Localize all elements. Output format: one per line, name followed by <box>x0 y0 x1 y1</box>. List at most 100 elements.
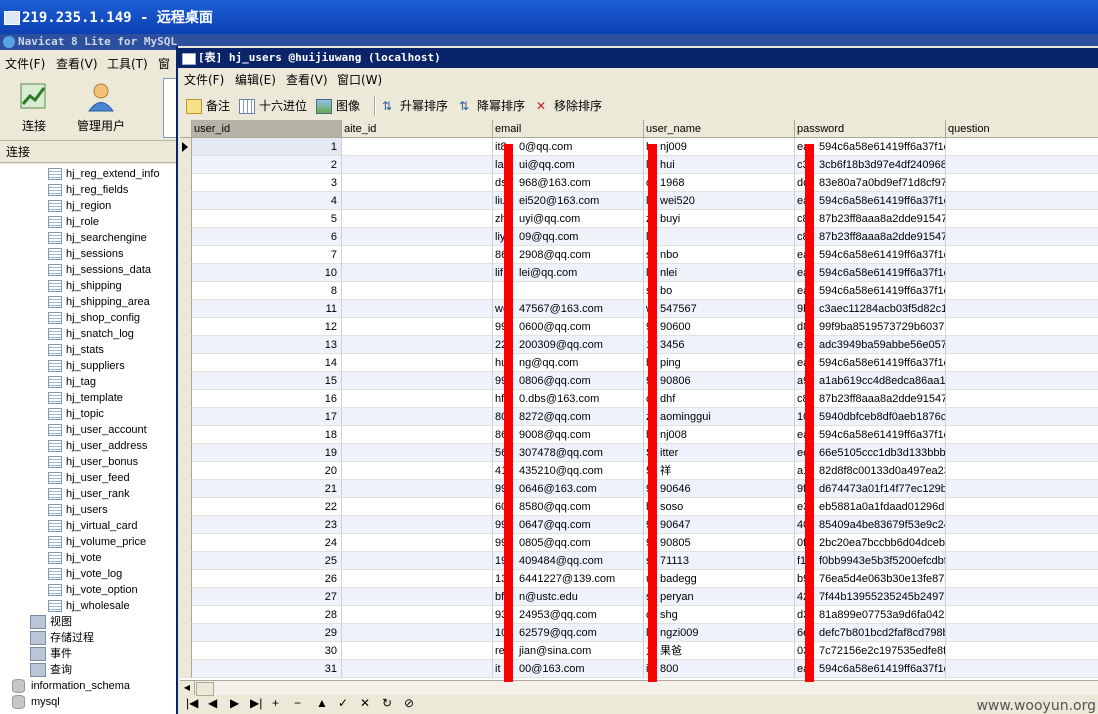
cell-aite-id[interactable] <box>342 588 493 606</box>
delete-record-icon[interactable]: − <box>294 696 301 710</box>
row-indicator[interactable] <box>180 660 192 678</box>
cell-email[interactable]: ds 968@163.com <box>493 174 644 192</box>
column-header-user-id[interactable]: user_id <box>192 120 342 138</box>
sort-desc-button[interactable]: ⇅ 降幂排序 <box>459 96 525 116</box>
row-indicator[interactable] <box>180 642 192 660</box>
tree-table-item[interactable]: hj_volume_price <box>48 534 146 550</box>
cell-question[interactable] <box>946 606 1098 624</box>
cell-password[interactable]: ec66e5105ccc1db3d133bbb66c4b428 <box>795 444 946 462</box>
menu-file[interactable]: 文件(F) <box>5 55 45 72</box>
cell-aite-id[interactable] <box>342 462 493 480</box>
tree-table-item[interactable]: hj_snatch_log <box>48 326 134 342</box>
table-row[interactable]: 27 bf n@ustc.edu speryan427f44b13955235245b… <box>180 588 1098 606</box>
cell-user-name[interactable]: hnj008 <box>644 426 795 444</box>
cell-password[interactable]: c887b23ff8aaa8a2dde915473ce0991 <box>795 228 946 246</box>
table-row[interactable]: 13 22200309@qq.com13456e1adc3949ba59abbe5… <box>180 336 1098 354</box>
row-indicator[interactable] <box>180 282 192 300</box>
cell-question[interactable] <box>946 282 1098 300</box>
tree-table-item[interactable]: hj_sessions <box>48 246 123 262</box>
tw-menu-window[interactable]: 窗口(W) <box>337 71 382 88</box>
cell-password[interactable]: ea594c6a58e61419ff6a37f1c26446d <box>795 282 946 300</box>
table-row[interactable]: 15 990806@qq.com990806a9a1ab619cc4d8edca8… <box>180 372 1098 390</box>
cell-aite-id[interactable] <box>342 138 493 156</box>
cell-password[interactable]: e3eb5881a0a1fdaad01296d7554868d <box>795 498 946 516</box>
tree-table-item[interactable]: hj_sessions_data <box>48 262 151 278</box>
cell-password[interactable]: ea594c6a58e61419ff6a37f1c26446d <box>795 246 946 264</box>
row-indicator[interactable] <box>180 174 192 192</box>
cell-question[interactable] <box>946 426 1098 444</box>
cell-user-id[interactable]: 18 <box>192 426 342 444</box>
cell-aite-id[interactable] <box>342 642 493 660</box>
cell-email[interactable]: 86 2908@qq.com <box>493 246 644 264</box>
cell-user-id[interactable]: 4 <box>192 192 342 210</box>
tree-table-item[interactable]: hj_template <box>48 390 123 406</box>
table-row[interactable]: 23 990647@qq.com9906474085409a4be83679f53… <box>180 516 1098 534</box>
column-header-user-name[interactable]: user_name <box>644 120 795 138</box>
cell-user-name[interactable]: 13456 <box>644 336 795 354</box>
row-indicator[interactable] <box>180 606 192 624</box>
cell-password[interactable]: c33cb6f18b3d97e4df240968776a8f <box>795 156 946 174</box>
tree-table-item[interactable]: hj_shop_config <box>48 310 140 326</box>
cell-email[interactable]: 22 200309@qq.com <box>493 336 644 354</box>
cell-question[interactable] <box>946 228 1098 246</box>
cell-question[interactable] <box>946 264 1098 282</box>
cell-user-name[interactable]: lahui <box>644 156 795 174</box>
row-indicator[interactable] <box>180 210 192 228</box>
cell-email[interactable]: 99 0600@qq.com <box>493 318 644 336</box>
table-row[interactable]: 29 1062579@qq.comlngzi0096edefc7b801bcd2f… <box>180 624 1098 642</box>
row-indicator[interactable] <box>180 462 192 480</box>
cell-question[interactable] <box>946 480 1098 498</box>
cell-password[interactable]: d381a899e07753a9d6fa0425d80fbdb <box>795 606 946 624</box>
row-indicator[interactable] <box>180 336 192 354</box>
cell-email[interactable]: hu ng@qq.com <box>493 354 644 372</box>
cell-user-name[interactable]: cdhf <box>644 390 795 408</box>
cell-aite-id[interactable] <box>342 624 493 642</box>
tree-database-item[interactable]: information_schema <box>12 678 130 694</box>
tree-group-item[interactable]: 存储过程 <box>30 630 94 646</box>
tw-menu-edit[interactable]: 编辑(E) <box>235 71 276 88</box>
table-row[interactable]: 2 lacui@qq.comlahuic33cb6f18b3d97e4df2409… <box>180 156 1098 174</box>
row-indicator[interactable] <box>180 534 192 552</box>
image-button[interactable]: 图像 <box>316 96 360 116</box>
cell-user-id[interactable]: 27 <box>192 588 342 606</box>
cell-user-id[interactable]: 25 <box>192 552 342 570</box>
cell-user-id[interactable]: 23 <box>192 516 342 534</box>
cell-user-id[interactable]: 7 <box>192 246 342 264</box>
cell-user-name[interactable]: 990600 <box>644 318 795 336</box>
cell-question[interactable] <box>946 336 1098 354</box>
tree-database-item[interactable]: mysql <box>12 694 60 710</box>
cell-aite-id[interactable] <box>342 264 493 282</box>
table-row[interactable]: 30 rejian@sina.com九果爸037c72156e2c197535ed… <box>180 642 1098 660</box>
cell-password[interactable]: b976ea5d4e063b30e13fe87dcbd5044 <box>795 570 946 588</box>
cell-question[interactable] <box>946 462 1098 480</box>
table-row[interactable]: 11 we47567@163.comw5475679bc3aec11284acb0… <box>180 300 1098 318</box>
row-indicator[interactable] <box>180 588 192 606</box>
table-row[interactable]: 26 136441227@139.comubadeggb976ea5d4e063b… <box>180 570 1098 588</box>
refresh-icon[interactable]: ↻ <box>382 696 392 710</box>
tree-table-item[interactable]: hj_vote <box>48 550 101 566</box>
cell-question[interactable] <box>946 408 1098 426</box>
row-indicator[interactable] <box>180 570 192 588</box>
first-record-icon[interactable]: |◀ <box>186 696 198 710</box>
table-row[interactable]: 1 it80@qq.comhnj009ea594c6a58e61419ff6a37… <box>180 138 1098 156</box>
cell-user-id[interactable]: 30 <box>192 642 342 660</box>
cell-email[interactable]: we 47567@163.com <box>493 300 644 318</box>
row-indicator[interactable] <box>180 300 192 318</box>
cell-user-id[interactable]: 20 <box>192 462 342 480</box>
cell-aite-id[interactable] <box>342 408 493 426</box>
column-header-password[interactable]: password <box>795 120 946 138</box>
row-indicator[interactable] <box>180 552 192 570</box>
up-icon[interactable]: ▲ <box>316 696 328 710</box>
cell-email[interactable]: 86 9008@qq.com <box>493 426 644 444</box>
cell-user-id[interactable]: 11 <box>192 300 342 318</box>
cell-question[interactable] <box>946 444 1098 462</box>
cell-email[interactable]: 93 24953@qq.com <box>493 606 644 624</box>
cell-question[interactable] <box>946 642 1098 660</box>
cell-user-name[interactable]: hping <box>644 354 795 372</box>
cell-user-name[interactable]: zaominggui <box>644 408 795 426</box>
cell-user-name[interactable]: hnj009 <box>644 138 795 156</box>
row-indicator[interactable] <box>180 624 192 642</box>
cell-aite-id[interactable] <box>342 570 493 588</box>
cell-email[interactable]: liu ei520@163.com <box>493 192 644 210</box>
cell-user-name[interactable]: i800 <box>644 660 795 678</box>
